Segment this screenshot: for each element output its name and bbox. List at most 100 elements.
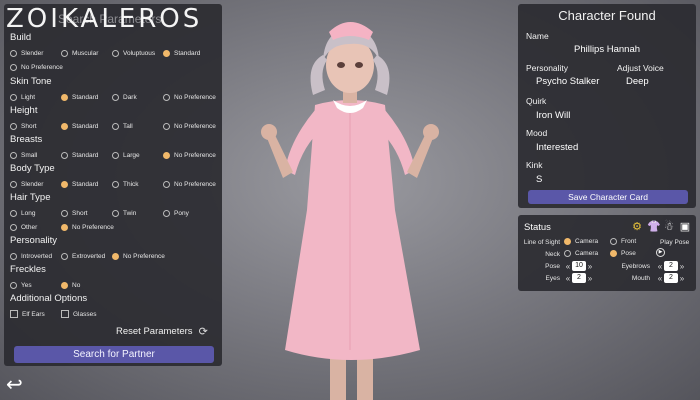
radio-icon bbox=[61, 209, 68, 217]
radio-icon bbox=[61, 252, 68, 260]
image-icon[interactable]: ▣ bbox=[679, 220, 691, 233]
radio-icon bbox=[112, 93, 119, 101]
option-no-preference[interactable]: No Preference bbox=[112, 249, 165, 263]
option-muscular[interactable]: Muscular bbox=[61, 46, 112, 60]
option-standard[interactable]: Standard bbox=[163, 46, 214, 60]
radio-icon bbox=[61, 49, 68, 57]
radio-icon bbox=[10, 93, 17, 101]
option-standard[interactable]: Standard bbox=[61, 90, 112, 104]
option-no-preference[interactable]: No Preference bbox=[10, 60, 63, 74]
option-extroverted[interactable]: Extroverted bbox=[61, 249, 112, 263]
eyebrows-label: Eyebrows bbox=[621, 263, 650, 270]
section-breasts: Breasts Small Standard Large No Preferen… bbox=[10, 134, 216, 162]
refresh-icon: ⟳ bbox=[198, 326, 208, 338]
option-large[interactable]: Large bbox=[112, 148, 163, 162]
pose-stepper[interactable]: « 10 » bbox=[564, 261, 594, 271]
search-parameters-panel: Search Parameters Build Slender Muscular… bbox=[4, 4, 222, 366]
option-tall[interactable]: Tall bbox=[112, 119, 163, 133]
section-skin-tone: Skin Tone Light Standard Dark No Prefere… bbox=[10, 76, 216, 104]
reset-parameters-button[interactable]: Reset Parameters ⟳ bbox=[116, 325, 208, 338]
option-short[interactable]: Short bbox=[61, 206, 112, 220]
quirk-value: Iron Will bbox=[536, 110, 571, 121]
radio-icon bbox=[10, 151, 17, 159]
radio-icon bbox=[10, 209, 17, 217]
chevron-left-icon[interactable]: « bbox=[564, 262, 572, 271]
option-no-preference[interactable]: No Preference bbox=[163, 90, 216, 104]
figure-icon[interactable]: ☃ bbox=[663, 220, 675, 233]
radio-selected-icon bbox=[61, 223, 68, 231]
option-yes[interactable]: Yes bbox=[10, 278, 61, 292]
option-thick[interactable]: Thick bbox=[112, 177, 163, 191]
checkbox-elf-ears[interactable]: Elf Ears bbox=[10, 307, 61, 321]
outfit-icon[interactable]: 👚 bbox=[647, 220, 661, 233]
radio-selected-icon bbox=[61, 93, 68, 101]
section-additional-options: Additional Options Elf Ears Glasses bbox=[10, 293, 112, 321]
neck-pose-option[interactable]: Pose bbox=[610, 250, 636, 257]
section-label: Height bbox=[10, 105, 38, 116]
play-pose-label: Play Pose bbox=[660, 239, 690, 246]
reset-label: Reset Parameters bbox=[116, 326, 193, 337]
search-for-partner-button[interactable]: Search for Partner bbox=[14, 346, 214, 363]
gear-icon[interactable]: ⚙ bbox=[631, 220, 643, 233]
radio-icon bbox=[112, 49, 119, 57]
option-introverted[interactable]: Introverted bbox=[10, 249, 61, 263]
quirk-label: Quirk bbox=[526, 96, 547, 106]
option-standard[interactable]: Standard bbox=[61, 177, 112, 191]
section-label: Hair Type bbox=[10, 192, 51, 203]
chevron-right-icon[interactable]: » bbox=[678, 274, 686, 283]
option-light[interactable]: Light bbox=[10, 90, 61, 104]
line-of-sight-label: Line of Sight bbox=[523, 239, 560, 246]
checkbox-icon bbox=[61, 310, 69, 318]
option-no-preference[interactable]: No Preference bbox=[61, 220, 114, 234]
option-other[interactable]: Other bbox=[10, 220, 61, 234]
chevron-right-icon[interactable]: » bbox=[586, 274, 594, 283]
option-no-preference[interactable]: No Preference bbox=[163, 177, 216, 191]
option-short[interactable]: Short bbox=[10, 119, 61, 133]
option-no[interactable]: No bbox=[61, 278, 112, 292]
option-no-preference[interactable]: No Preference bbox=[163, 148, 216, 162]
personality-value: Psycho Stalker bbox=[536, 76, 600, 87]
radio-icon bbox=[10, 281, 17, 289]
los-camera-option[interactable]: Camera bbox=[564, 238, 598, 245]
radio-selected-icon bbox=[61, 281, 68, 289]
option-voluptuous[interactable]: Voluptuous bbox=[112, 46, 163, 60]
character-found-panel: Character Found Name Phillips Hannah Per… bbox=[518, 4, 696, 208]
section-label: Additional Options bbox=[10, 293, 88, 304]
neck-label: Neck bbox=[545, 251, 560, 258]
eyes-label: Eyes bbox=[545, 275, 560, 282]
chevron-right-icon[interactable]: » bbox=[586, 262, 594, 271]
play-icon[interactable]: ▶ bbox=[656, 248, 665, 257]
option-pony[interactable]: Pony bbox=[163, 206, 214, 220]
pose-value: 10 bbox=[572, 261, 586, 271]
neck-camera-option[interactable]: Camera bbox=[564, 250, 598, 257]
checkbox-glasses[interactable]: Glasses bbox=[61, 307, 112, 321]
option-dark[interactable]: Dark bbox=[112, 90, 163, 104]
option-slender[interactable]: Slender bbox=[10, 46, 61, 60]
option-long[interactable]: Long bbox=[10, 206, 61, 220]
radio-selected-icon bbox=[163, 151, 170, 159]
adjust-voice-label[interactable]: Adjust Voice bbox=[617, 63, 664, 73]
radio-selected-icon bbox=[61, 180, 68, 188]
back-arrow-icon[interactable]: ↩ bbox=[6, 372, 23, 397]
chevron-left-icon[interactable]: « bbox=[656, 274, 664, 283]
option-standard[interactable]: Standard bbox=[61, 148, 112, 162]
status-icon-bar: ⚙ 👚 ☃ ▣ bbox=[631, 220, 691, 233]
option-small[interactable]: Small bbox=[10, 148, 61, 162]
eyes-stepper[interactable]: « 2 » bbox=[564, 273, 594, 283]
chevron-left-icon[interactable]: « bbox=[564, 274, 572, 283]
option-standard[interactable]: Standard bbox=[61, 119, 112, 133]
chevron-right-icon[interactable]: » bbox=[678, 262, 686, 271]
radio-icon bbox=[112, 151, 119, 159]
section-label: Freckles bbox=[10, 264, 46, 275]
chevron-left-icon[interactable]: « bbox=[656, 262, 664, 271]
eyebrows-stepper[interactable]: « 2 » bbox=[656, 261, 686, 271]
mouth-stepper[interactable]: « 2 » bbox=[656, 273, 686, 283]
option-twin[interactable]: Twin bbox=[112, 206, 163, 220]
save-character-card-button[interactable]: Save Character Card bbox=[528, 190, 688, 204]
radio-selected-icon bbox=[61, 122, 68, 130]
radio-icon bbox=[10, 122, 17, 130]
name-label: Name bbox=[526, 31, 549, 41]
los-front-option[interactable]: Front bbox=[610, 238, 636, 245]
option-no-preference[interactable]: No Preference bbox=[163, 119, 216, 133]
option-slender[interactable]: Slender bbox=[10, 177, 61, 191]
